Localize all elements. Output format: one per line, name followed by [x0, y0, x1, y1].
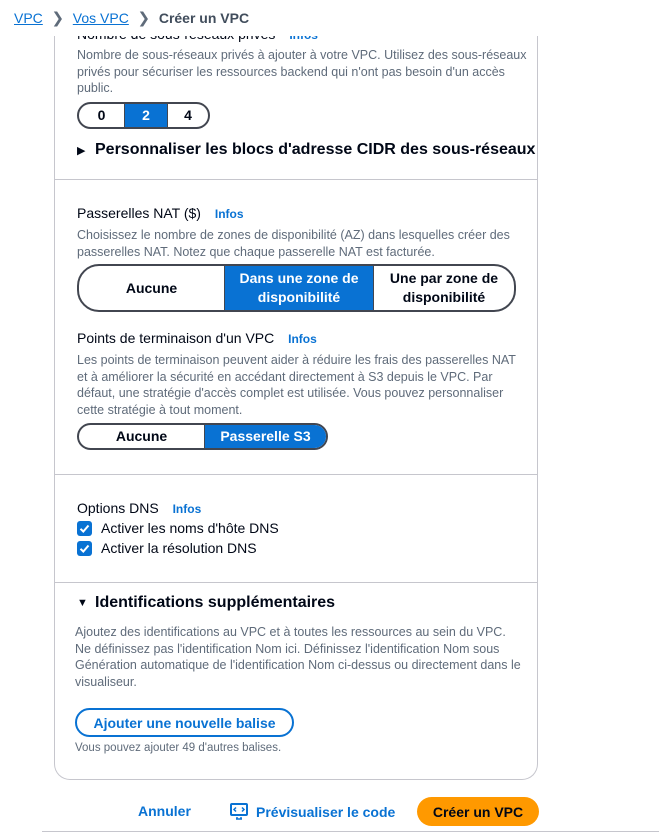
dns-info-link[interactable]: Infos: [173, 502, 202, 516]
breadcrumb: VPC ❯ Vos VPC ❯ Créer un VPC: [0, 0, 659, 36]
private-subnets-selector[interactable]: 0 2 4: [77, 102, 210, 129]
nat-option-one-az[interactable]: Dans une zone de disponibilité: [224, 266, 373, 310]
dns-hostnames-label: Activer les noms d'hôte DNS: [101, 520, 279, 536]
dns-label: Options DNS Infos: [77, 500, 201, 516]
section-divider: [55, 582, 538, 583]
cidr-customize-label: Personnaliser les blocs d'adresse CIDR d…: [95, 141, 536, 158]
nat-info-link[interactable]: Infos: [215, 207, 244, 221]
checkbox-checked-icon[interactable]: [77, 540, 92, 556]
breadcrumb-link-vpc[interactable]: VPC: [14, 10, 43, 26]
preview-code-label: Prévisualiser le code: [256, 803, 396, 820]
breadcrumb-current: Créer un VPC: [158, 10, 250, 26]
nat-description: Choisissez le nombre de zones de disponi…: [77, 228, 510, 259]
endpoints-selector[interactable]: Aucune Passerelle S3: [77, 423, 328, 450]
endpoints-description: Les points de terminaison peuvent aider …: [77, 353, 516, 417]
private-subnets-description: Nombre de sous-réseaux privés à ajouter …: [77, 48, 527, 95]
cidr-customize-expander[interactable]: ▶ Personnaliser les blocs d'adresse CIDR…: [77, 141, 535, 159]
preview-code-button[interactable]: Prévisualiser le code: [230, 803, 395, 820]
section-divider: [55, 474, 538, 475]
dns-resolution-checkbox-row[interactable]: Activer la résolution DNS: [77, 540, 257, 556]
private-subnets-option-0[interactable]: 0: [79, 104, 124, 127]
chevron-right-icon: ❯: [51, 10, 65, 27]
endpoints-info-link[interactable]: Infos: [288, 332, 317, 346]
nat-label: Passerelles NAT ($) Infos: [77, 205, 244, 221]
tags-remaining-hint: Vous pouvez ajouter 49 d'autres balises.: [75, 742, 282, 754]
tags-description: Ajoutez des identifications au VPC et à …: [75, 625, 521, 689]
footer-divider: [42, 831, 659, 832]
private-subnets-option-4[interactable]: 4: [167, 104, 208, 127]
endpoints-label-text: Points de terminaison d'un VPC: [77, 330, 275, 346]
chevron-right-icon: ❯: [137, 10, 151, 27]
add-tag-button[interactable]: Ajouter une nouvelle balise: [75, 708, 294, 737]
nat-label-text: Passerelles NAT ($): [77, 205, 201, 221]
caret-down-icon: ▼: [77, 597, 88, 609]
section-divider: [55, 179, 538, 180]
nat-option-none[interactable]: Aucune: [79, 266, 224, 310]
tags-expander[interactable]: ▼ Identifications supplémentaires: [77, 594, 335, 612]
dns-resolution-label: Activer la résolution DNS: [101, 540, 257, 556]
checkbox-checked-icon[interactable]: [77, 520, 92, 536]
breadcrumb-link-vos-vpc[interactable]: Vos VPC: [73, 10, 129, 26]
code-preview-icon: [230, 803, 248, 820]
create-vpc-button[interactable]: Créer un VPC: [417, 797, 539, 826]
cancel-button[interactable]: Annuler: [138, 803, 191, 819]
private-subnets-option-2[interactable]: 2: [124, 104, 167, 127]
endpoints-label: Points de terminaison d'un VPC Infos: [77, 330, 317, 346]
endpoints-option-s3[interactable]: Passerelle S3: [204, 425, 326, 448]
dns-hostnames-checkbox-row[interactable]: Activer les noms d'hôte DNS: [77, 520, 279, 536]
caret-right-icon: ▶: [77, 144, 86, 157]
dns-label-text: Options DNS: [77, 500, 159, 516]
nat-selector[interactable]: Aucune Dans une zone de disponibilité Un…: [77, 264, 516, 312]
tags-header: Identifications supplémentaires: [95, 594, 336, 611]
nat-option-per-az[interactable]: Une par zone de disponibilité: [373, 266, 514, 310]
endpoints-option-none[interactable]: Aucune: [79, 425, 204, 448]
